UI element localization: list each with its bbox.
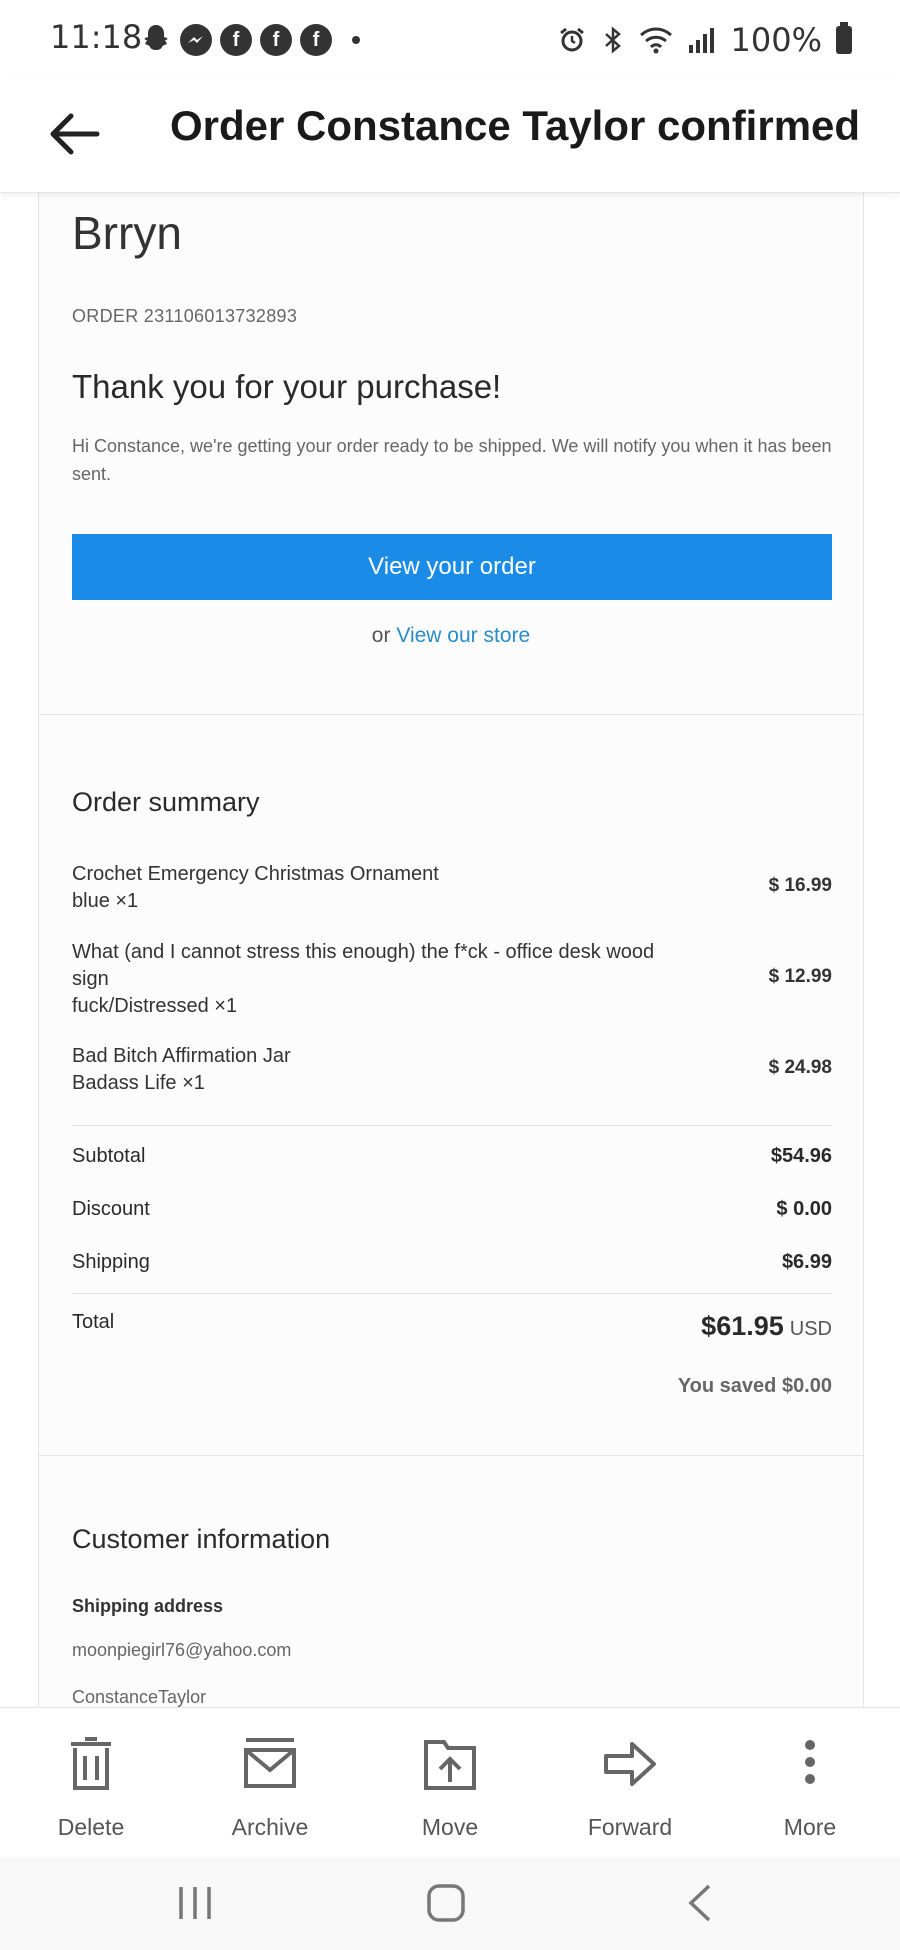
email-subject: Order Constance Taylor confirmed <box>170 102 861 149</box>
intro-text: Hi Constance, we're getting your order r… <box>72 436 832 484</box>
subtotal-row: Subtotal $54.96 <box>72 1145 832 1175</box>
item-variant: Badass Life ×1 <box>72 1072 205 1094</box>
summary-divider <box>72 1125 832 1126</box>
recent-apps-button[interactable] <box>150 1875 240 1931</box>
more-vertical-icon <box>805 1740 815 1784</box>
total-currency: USD <box>789 1318 832 1340</box>
more-button[interactable]: More <box>730 1728 890 1848</box>
home-icon <box>427 1884 465 1922</box>
forward-label: Forward <box>587 1814 673 1840</box>
view-order-button[interactable]: View your order <box>72 534 832 600</box>
thank-you-heading: Thank you for your purchase! <box>72 368 502 405</box>
item-name: Crochet Emergency Christmas Ornament <box>72 863 439 885</box>
alarm-icon <box>559 27 584 52</box>
customer-name: ConstanceTaylor <box>72 1687 207 1707</box>
archive-label: Archive <box>231 1814 309 1840</box>
facebook-icon: f <box>260 24 292 56</box>
system-status: 100% <box>557 20 852 60</box>
recent-apps-icon <box>179 1887 211 1919</box>
chevron-left-icon <box>688 1884 711 1922</box>
move-to-folder-icon <box>424 1740 476 1790</box>
archive-icon <box>244 1738 296 1788</box>
view-store-link[interactable]: View our store <box>396 624 530 647</box>
subtotal-label: Subtotal <box>72 1145 146 1167</box>
line-item: Bad Bitch Affirmation Jar Badass Life ×1… <box>72 1043 832 1097</box>
app-header: Order Constance Taylor confirmed <box>0 80 900 193</box>
discount-row: Discount $ 0.00 <box>72 1198 832 1228</box>
subtotal-value: $54.96 <box>770 1145 832 1167</box>
item-name: Bad Bitch Affirmation Jar <box>72 1045 291 1067</box>
item-variant: fuck/Distressed ×1 <box>72 995 238 1017</box>
order-summary-title: Order summary <box>72 787 260 817</box>
shipping-value: $6.99 <box>781 1251 832 1273</box>
battery-icon <box>836 22 852 54</box>
customer-info-title: Customer information <box>72 1524 331 1554</box>
item-variant: blue ×1 <box>72 890 139 912</box>
move-label: Move <box>421 1814 479 1840</box>
order-number: ORDER 231106013732893 <box>72 306 298 326</box>
item-price: $ 24.98 <box>768 1057 832 1078</box>
back-arrow-icon <box>50 113 100 155</box>
total-row: Total $61.95 USD <box>72 1311 832 1351</box>
store-name: Brryn <box>72 207 182 259</box>
archive-button[interactable]: Archive <box>190 1728 350 1848</box>
more-label: More <box>783 1814 837 1840</box>
delete-label: Delete <box>57 1814 125 1840</box>
shipping-label: Shipping <box>72 1251 150 1273</box>
discount-value: $ 0.00 <box>776 1198 832 1220</box>
more-notifications-dot <box>352 36 360 44</box>
customer-email: moonpiegirl76@yahoo.com <box>72 1640 292 1660</box>
home-button[interactable] <box>401 1875 491 1931</box>
item-name: What (and I cannot stress this enough) t… <box>72 941 655 990</box>
wifi-icon <box>639 27 672 54</box>
facebook-icon: f <box>300 24 332 56</box>
item-price: $ 16.99 <box>768 875 832 896</box>
trash-icon <box>71 1737 111 1790</box>
forward-button[interactable]: Forward <box>550 1728 710 1848</box>
discount-label: Discount <box>72 1198 150 1220</box>
snapchat-icon <box>140 22 172 59</box>
system-nav-bar <box>0 1857 900 1950</box>
total-amount: $61.95 <box>701 1311 784 1341</box>
total-label: Total <box>72 1311 115 1333</box>
email-body[interactable]: Brryn ORDER 231106013732893 Thank you fo… <box>0 192 900 1707</box>
messenger-icon <box>180 24 212 56</box>
status-time: 11:18 <box>50 18 143 56</box>
notification-icons: f f f <box>140 24 360 56</box>
customer-info-card: Customer information Shipping address mo… <box>38 1456 864 1707</box>
order-summary-card: Order summary Crochet Emergency Christma… <box>38 715 864 1456</box>
back-button[interactable] <box>42 102 106 166</box>
savings-text: You saved $0.00 <box>677 1375 832 1397</box>
system-back-button[interactable] <box>655 1875 745 1931</box>
move-button[interactable]: Move <box>370 1728 530 1848</box>
line-item: Crochet Emergency Christmas Ornament blu… <box>72 861 832 915</box>
line-item: What (and I cannot stress this enough) t… <box>72 939 832 1020</box>
total-divider <box>72 1293 832 1294</box>
status-bar: 11:18 f f f 100% <box>0 0 900 80</box>
store-line: or View our store <box>39 624 863 648</box>
facebook-icon: f <box>220 24 252 56</box>
battery-percent: 100% <box>730 21 822 59</box>
total-value: $61.95 USD <box>701 1311 832 1342</box>
bluetooth-icon <box>604 26 621 54</box>
forward-arrow-icon <box>604 1742 656 1786</box>
order-header-card: Brryn ORDER 231106013732893 Thank you fo… <box>38 192 864 715</box>
email-action-toolbar: Delete Archive Move Forward More <box>0 1707 900 1858</box>
shipping-address-label: Shipping address <box>72 1596 224 1616</box>
store-prefix: or <box>371 624 391 647</box>
shipping-row: Shipping $6.99 <box>72 1251 832 1281</box>
delete-button[interactable]: Delete <box>11 1728 171 1848</box>
item-price: $ 12.99 <box>768 966 832 987</box>
signal-icon <box>688 28 714 53</box>
